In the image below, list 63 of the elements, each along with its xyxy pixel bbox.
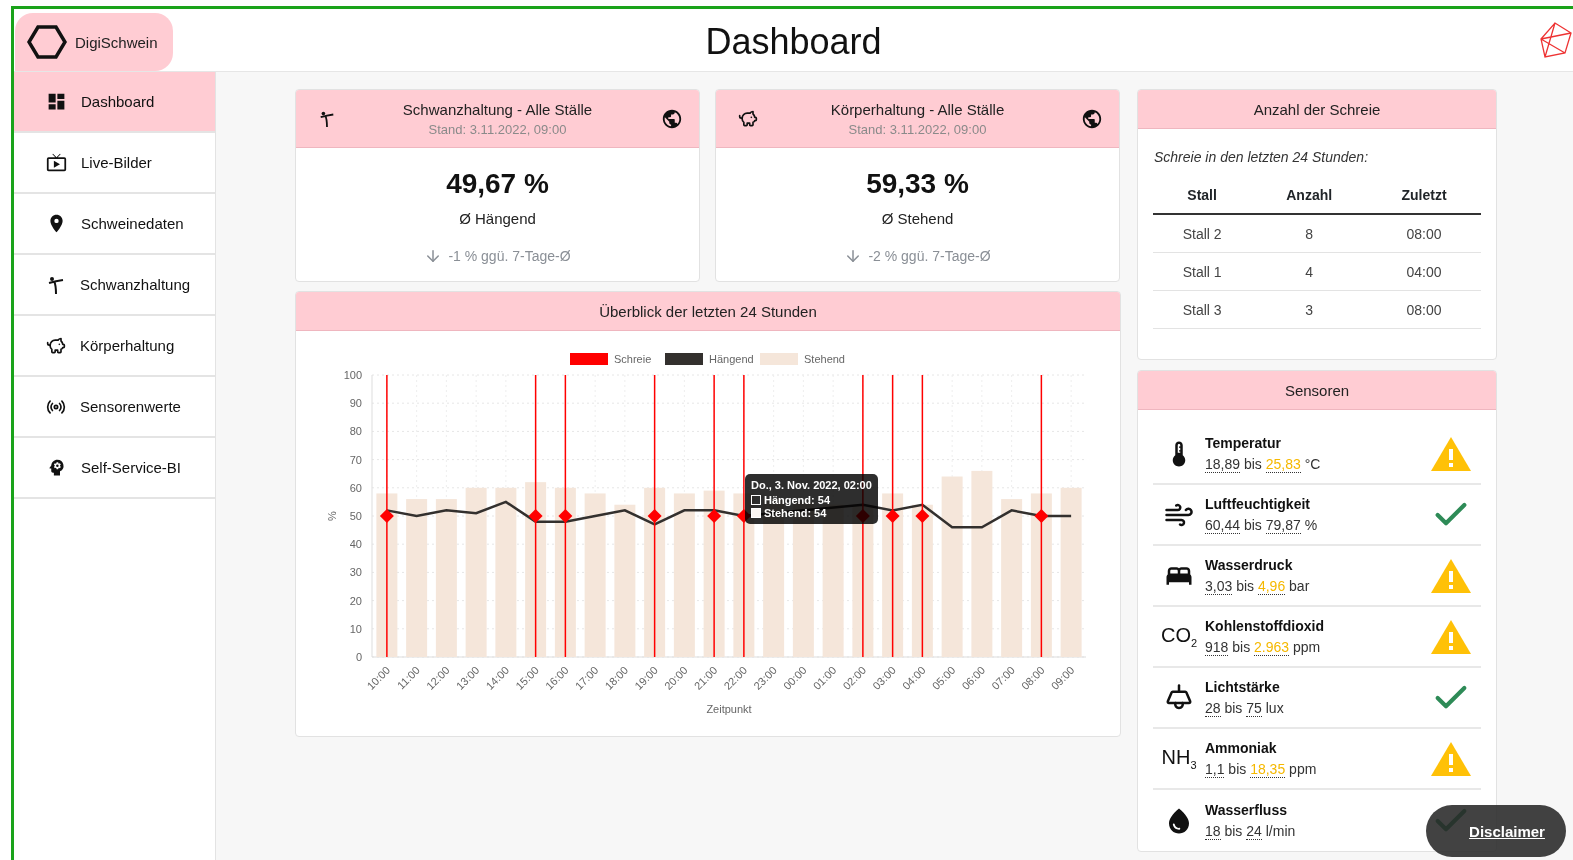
- sensor-range: 18 bis 24 l/min: [1205, 823, 1297, 839]
- brand-name: DigiSchwein: [75, 33, 158, 51]
- table-cell: Stall 1: [1153, 252, 1252, 291]
- table-cell: Stall 2: [1153, 214, 1252, 253]
- table-cell: 3: [1251, 290, 1368, 329]
- x-axis-title: Zeitpunkt: [706, 703, 752, 715]
- trend-text: -2 % ggü. 7-Tage-Ø: [868, 248, 991, 264]
- axis-tick-label: 40: [349, 538, 362, 551]
- card-subtitle: Stand: 3.11.2022, 09:00: [427, 121, 568, 137]
- table-cell: 04:00: [1367, 252, 1481, 291]
- kpi-value: 49,67 %: [446, 168, 549, 200]
- table-cell: 8: [1251, 214, 1368, 253]
- sensor-name: Temperatur: [1205, 435, 1282, 451]
- page-title: Dashboard: [705, 21, 882, 63]
- axis-tick-label: 30: [349, 566, 362, 579]
- axis-tick-label: 50: [349, 510, 362, 522]
- tooltip-line: Hängend: 54: [751, 494, 872, 506]
- axis-tick-label: 100: [343, 369, 362, 381]
- chemical-symbol: NH$_{3}$: [1161, 746, 1197, 771]
- sensor-name: Ammoniak: [1205, 740, 1278, 756]
- card-subtitle: Stand: 3.11.2022, 09:00: [847, 121, 988, 137]
- card-title: Sensoren: [1284, 381, 1350, 399]
- legend-label: Hängend: [709, 353, 754, 365]
- sensor-range: 1,1 bis 18,35 ppm: [1205, 761, 1318, 777]
- legend-label: Stehend: [804, 353, 845, 365]
- trend-text: -1 % ggü. 7-Tage-Ø: [448, 248, 571, 264]
- card-title: Anzahl der Schreie: [1253, 100, 1381, 118]
- axis-tick-label: 80: [349, 425, 362, 438]
- tooltip-title: Do., 3. Nov. 2022, 02:00: [751, 479, 872, 491]
- chemical-symbol: CO$_{2}$: [1160, 624, 1198, 649]
- card-title: Überblick der letzten 24 Stunden: [599, 302, 817, 320]
- sensor-name: Luftfeuchtigkeit: [1205, 496, 1311, 512]
- axis-tick-label: 60: [349, 481, 362, 494]
- sensor-range: 28 bis 75 lux: [1205, 700, 1285, 716]
- table-cell: 4: [1251, 252, 1368, 291]
- tooltip-line: Stehend: 54: [751, 507, 872, 519]
- table-cell: Stall 3: [1153, 290, 1252, 329]
- axis-tick-label: 90: [349, 397, 362, 410]
- kpi-label: Ø Stehend: [881, 210, 954, 227]
- column-header: Stall: [1153, 179, 1252, 214]
- column-header: Zuletzt: [1367, 179, 1481, 214]
- sensor-range: 18,89 bis 25,83 °C: [1205, 456, 1322, 472]
- card-title: Körperhaltung - Alle Ställe: [830, 100, 1005, 118]
- sensor-name: Wasserdruck: [1205, 557, 1294, 573]
- card-title: Schwanzhaltung - Alle Ställe: [402, 100, 593, 118]
- table-cell: 08:00: [1367, 290, 1481, 329]
- y-axis-title: %: [326, 511, 338, 521]
- kpi-label: Ø Hängend: [459, 210, 536, 227]
- sensor-range: 60,44 bis 79,87 %: [1205, 517, 1319, 533]
- sensor-range: 918 bis 2.963 ppm: [1205, 639, 1322, 655]
- sensor-name: Wasserfluss: [1205, 802, 1288, 818]
- kpi-value: 59,33 %: [866, 168, 969, 200]
- axis-tick-label: 70: [349, 453, 362, 466]
- axis-tick-label: 20: [349, 594, 362, 607]
- sensor-name: Lichtstärke: [1205, 679, 1281, 695]
- sensor-name: Kohlenstoffdioxid: [1205, 618, 1325, 634]
- table-caption: Schreie in den letzten 24 Stunden:: [1154, 149, 1370, 165]
- legend-label: Schreie: [614, 353, 652, 365]
- axis-tick-label: 10: [349, 622, 362, 635]
- sensor-range: 3,03 bis 4,96 bar: [1205, 578, 1311, 594]
- column-header: Anzahl: [1251, 179, 1368, 214]
- table-cell: 08:00: [1367, 214, 1481, 253]
- axis-tick-label: 0: [355, 651, 362, 663]
